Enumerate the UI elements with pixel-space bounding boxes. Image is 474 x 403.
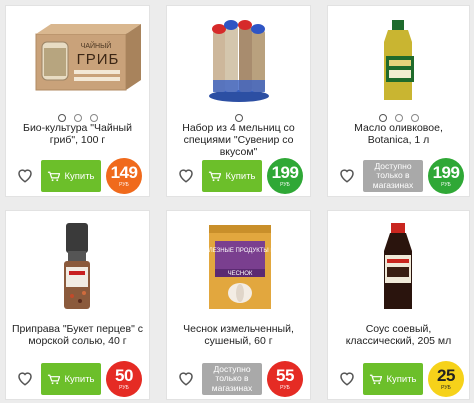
carousel-dot[interactable] xyxy=(394,114,403,122)
image-carousel-dots xyxy=(167,109,310,122)
carousel-dot[interactable] xyxy=(73,114,82,122)
carousel-dot[interactable] xyxy=(378,114,387,122)
price-currency: РУБ xyxy=(441,182,451,188)
product-image[interactable] xyxy=(6,221,149,311)
price-currency: РУБ xyxy=(280,385,290,391)
svg-text:ПОЛЕЗНЫЕ ПРОДУКТЫ №1: ПОЛЕЗНЫЕ ПРОДУКТЫ №1 xyxy=(200,247,281,254)
product-card: ЧАЙНЫЙ ГРИБ Био-культура "Чайный гриб", … xyxy=(5,5,150,197)
price-currency: РУБ xyxy=(119,385,129,391)
price-badge: 25 РУБ xyxy=(428,361,464,397)
buy-button[interactable]: Купить xyxy=(41,160,101,192)
product-card: Масло оливковое, Botanica, 1 л Доступно … xyxy=(327,5,470,197)
store-only-label: Доступно только в магазинах xyxy=(202,363,262,395)
product-title[interactable]: Набор из 4 мельниц со специями "Сувенир … xyxy=(171,122,306,158)
product-title[interactable]: Чеснок измельченный, сушеный, 60 г xyxy=(171,323,306,347)
price-badge: 149 РУБ xyxy=(106,158,142,194)
heart-icon[interactable] xyxy=(177,166,195,184)
price-value: 149 xyxy=(110,163,138,182)
cart-icon xyxy=(48,374,61,385)
buy-button-label: Купить xyxy=(64,373,95,385)
price-currency: РУБ xyxy=(119,182,129,188)
buy-button-label: Купить xyxy=(386,373,417,385)
product-image[interactable] xyxy=(328,16,469,106)
price-value: 25 xyxy=(437,366,455,385)
image-carousel-dots xyxy=(6,109,149,122)
heart-icon[interactable] xyxy=(177,369,195,387)
buy-button-label: Купить xyxy=(64,170,95,182)
price-badge: 199 РУБ xyxy=(428,158,464,194)
price-badge: 55 РУБ xyxy=(267,361,303,397)
price-value: 199 xyxy=(432,163,460,182)
product-title[interactable]: Соус соевый, классический, 205 мл xyxy=(332,323,465,347)
heart-icon[interactable] xyxy=(338,166,356,184)
price-value: 50 xyxy=(115,366,133,385)
cart-icon xyxy=(370,374,383,385)
product-card: Набор из 4 мельниц со специями "Сувенир … xyxy=(166,5,311,197)
cart-icon xyxy=(209,171,222,182)
product-image[interactable] xyxy=(167,16,310,106)
heart-icon[interactable] xyxy=(338,369,356,387)
price-badge: 50 РУБ xyxy=(106,361,142,397)
store-only-label: Доступно только в магазинах xyxy=(363,160,423,192)
product-title[interactable]: Приправа "Букет перцев" с морской солью,… xyxy=(10,323,145,347)
product-card: ПОЛЕЗНЫЕ ПРОДУКТЫ №1 ЧЕСНОК Чеснок измел… xyxy=(166,210,311,400)
product-image[interactable]: ПОЛЕЗНЫЕ ПРОДУКТЫ №1 ЧЕСНОК xyxy=(167,221,310,311)
svg-text:ЧЕСНОК: ЧЕСНОК xyxy=(228,271,253,277)
carousel-dot[interactable] xyxy=(89,114,98,122)
heart-icon[interactable] xyxy=(16,166,34,184)
buy-button[interactable]: Купить xyxy=(202,160,262,192)
buy-button-label: Купить xyxy=(225,170,256,182)
svg-text:ЧАЙНЫЙ: ЧАЙНЫЙ xyxy=(81,41,112,50)
price-value: 199 xyxy=(271,163,299,182)
product-title[interactable]: Био-культура "Чайный гриб", 100 г xyxy=(10,122,145,146)
product-card: Соус соевый, классический, 205 мл Купить… xyxy=(327,210,470,400)
cart-icon xyxy=(48,171,61,182)
buy-button[interactable]: Купить xyxy=(41,363,101,395)
price-badge: 199 РУБ xyxy=(267,158,303,194)
heart-icon[interactable] xyxy=(16,369,34,387)
product-image[interactable]: ЧАЙНЫЙ ГРИБ xyxy=(6,16,149,106)
product-card: Приправа "Букет перцев" с морской солью,… xyxy=(5,210,150,400)
image-carousel-dots xyxy=(328,109,469,122)
carousel-dot[interactable] xyxy=(234,114,243,122)
buy-button[interactable]: Купить xyxy=(363,363,423,395)
price-value: 55 xyxy=(276,366,294,385)
carousel-dot[interactable] xyxy=(410,114,419,122)
carousel-dot[interactable] xyxy=(57,114,66,122)
price-currency: РУБ xyxy=(441,385,451,391)
product-image[interactable] xyxy=(328,221,469,311)
price-currency: РУБ xyxy=(280,182,290,188)
svg-text:ГРИБ: ГРИБ xyxy=(77,51,120,68)
product-title[interactable]: Масло оливковое, Botanica, 1 л xyxy=(332,122,465,146)
